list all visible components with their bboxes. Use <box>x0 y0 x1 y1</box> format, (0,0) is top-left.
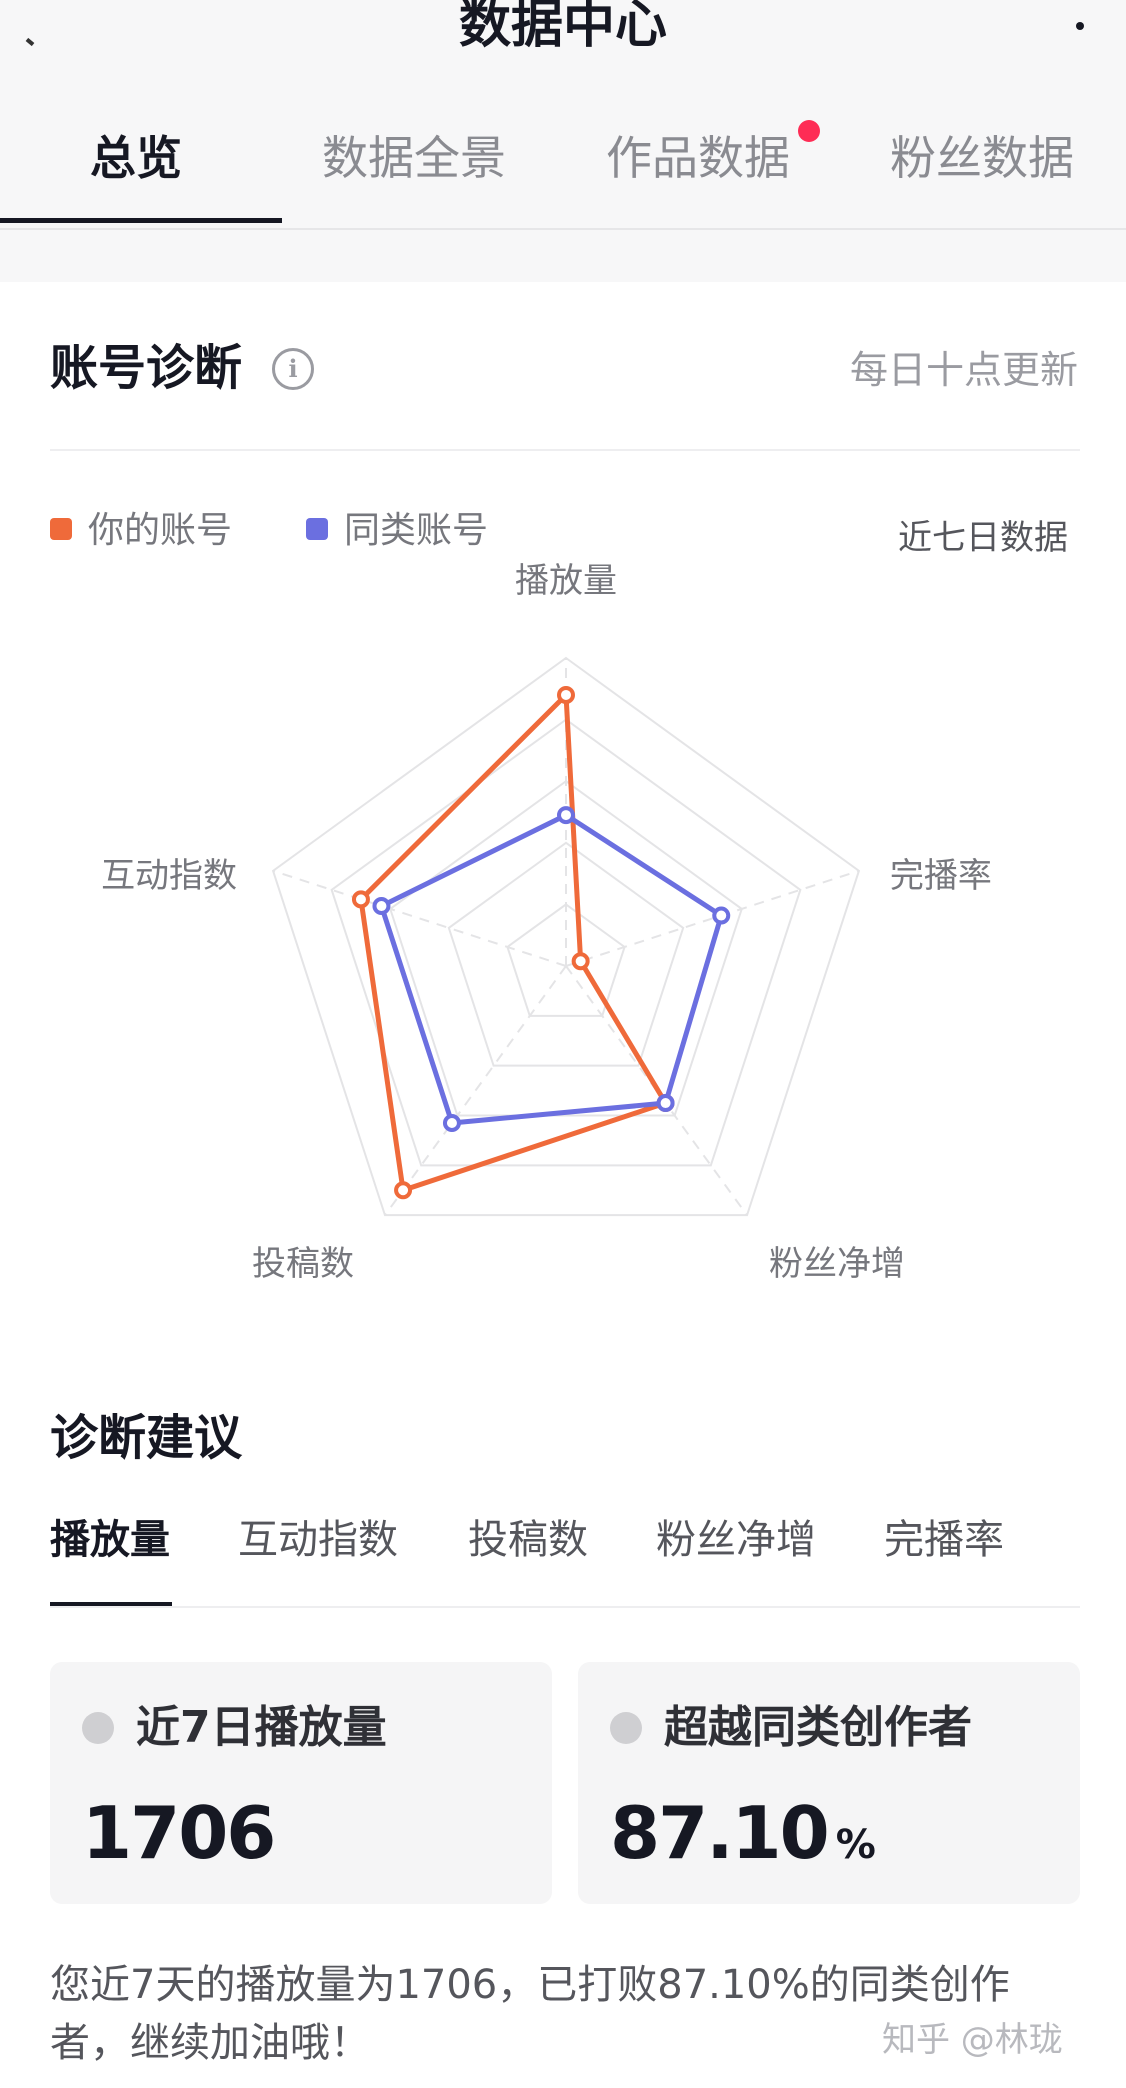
radar-point-1-2 <box>656 1094 675 1113</box>
advice-tabs-divider <box>50 1606 1080 1608</box>
radar-chart: 播放量完播率粉丝净增 投稿数 互动指数 <box>101 561 992 1284</box>
radar-axis-label-3: 投稿数 <box>252 1244 354 1284</box>
radar-point-1-4 <box>372 897 391 916</box>
radar-ring-2 <box>447 841 685 1067</box>
stat-card-beat-peers: 超越同类创作者 87.10% <box>578 1662 1080 1904</box>
stat-dot <box>82 1712 114 1744</box>
stat-value: 1706 <box>82 1791 276 1875</box>
advice-tab-interaction[interactable]: 互动指数 <box>238 1512 398 1568</box>
advice-tab-posts[interactable]: 投稿数 <box>468 1512 588 1568</box>
radar-point-1-3 <box>442 1113 461 1132</box>
advice-tab-completion[interactable]: 完播率 <box>884 1512 1004 1568</box>
watermark: 知乎 @林珑 <box>882 2020 1063 2060</box>
advice-tab-plays[interactable]: 播放量 <box>50 1512 170 1568</box>
stat-label: 近7日播放量 <box>136 1702 387 1753</box>
radar-point-1-1 <box>712 906 731 925</box>
stat-card-plays: 近7日播放量 1706 <box>50 1662 552 1904</box>
radar-point-0-0 <box>557 685 575 704</box>
radar-point-0-4 <box>351 890 370 909</box>
radar-point-0-1 <box>571 952 590 971</box>
advice-tab-fans[interactable]: 粉丝净增 <box>656 1512 816 1568</box>
advice-title: 诊断建议 <box>50 1410 243 1466</box>
stat-value: 87.10% <box>610 1791 876 1875</box>
radar-axis-label-0: 播放量 <box>515 561 617 601</box>
radar-point-0-3 <box>394 1181 413 1200</box>
radar-axis-label-4: 互动指数 <box>101 856 237 896</box>
radar-axis-label-1: 完播率 <box>890 856 992 896</box>
radar-point-1-0 <box>557 806 575 825</box>
stat-dot <box>610 1712 642 1744</box>
stat-label: 超越同类创作者 <box>664 1702 972 1753</box>
radar-axis-label-2: 粉丝净增 <box>769 1244 905 1284</box>
